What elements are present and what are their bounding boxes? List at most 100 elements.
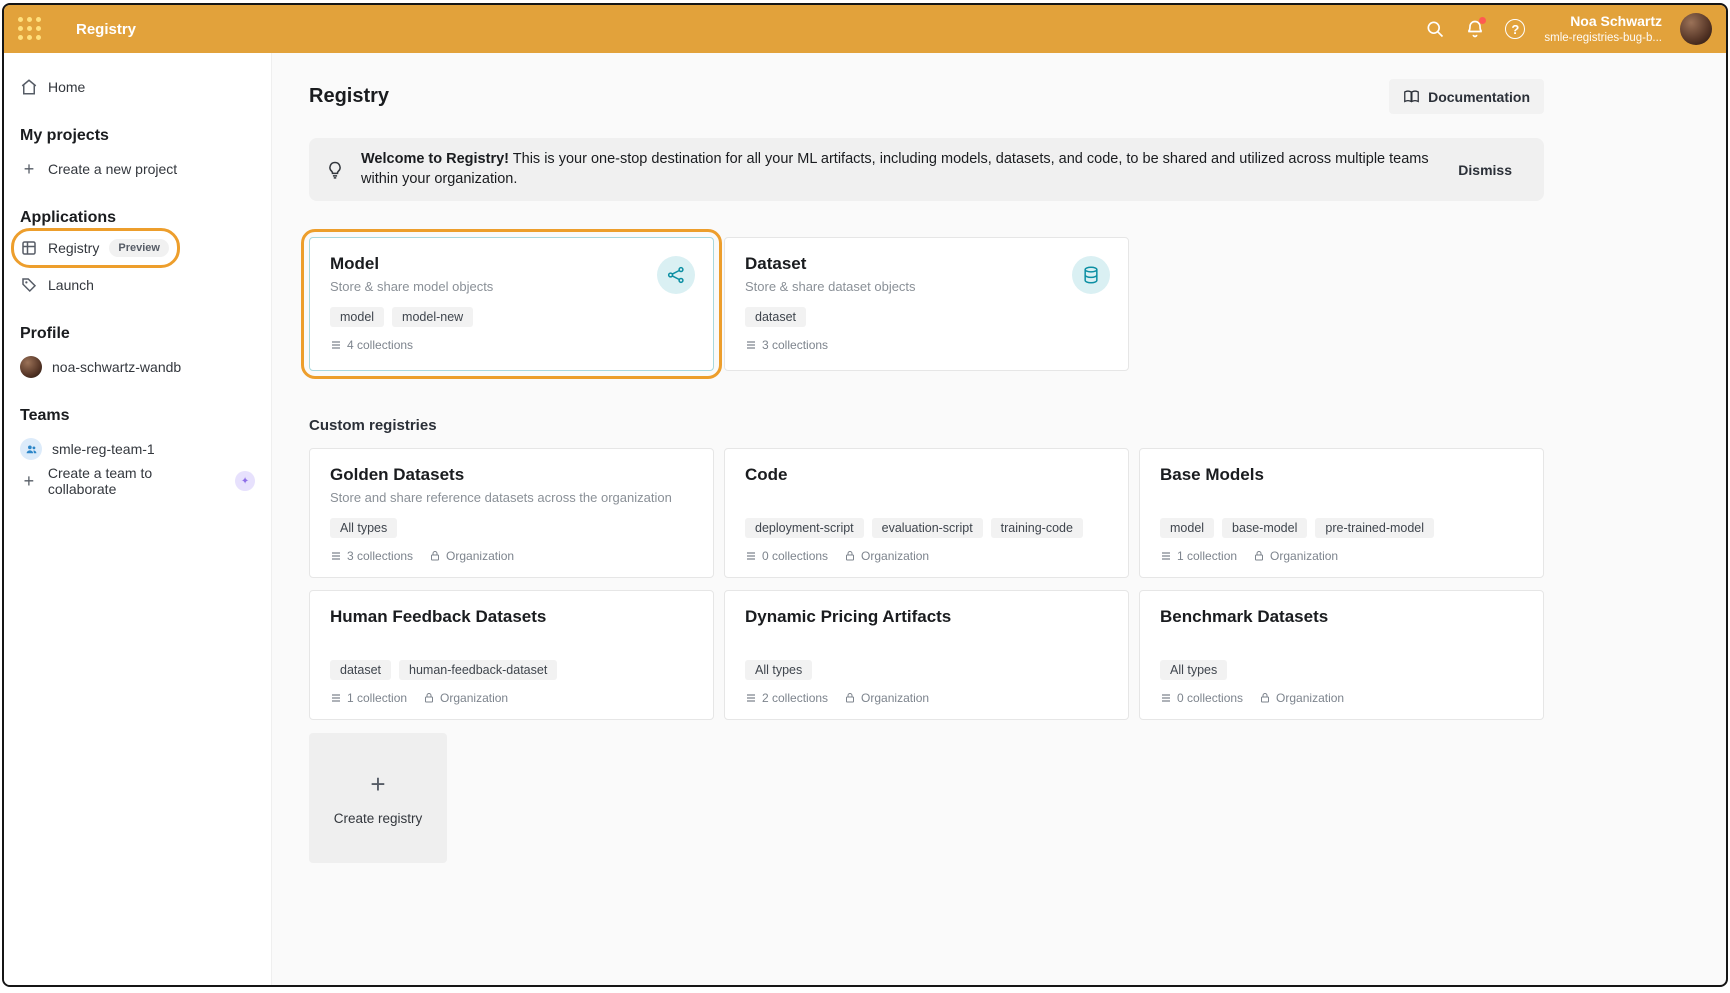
tag-pill: base-model <box>1222 518 1307 538</box>
help-icon[interactable]: ? <box>1504 18 1526 40</box>
sidebar-item-label: Home <box>48 79 85 95</box>
registry-card-base-models[interactable]: Base Models model base-model pre-trained… <box>1139 448 1544 578</box>
registry-card-model[interactable]: Model Store & share model objects model … <box>309 237 714 371</box>
preview-badge: Preview <box>109 239 169 257</box>
tag-pill: training-code <box>991 518 1083 538</box>
organization-icon <box>423 692 435 704</box>
tag-pill: evaluation-script <box>872 518 983 538</box>
dismiss-button[interactable]: Dismiss <box>1448 156 1522 184</box>
organization-icon <box>844 692 856 704</box>
sidebar-item-registry[interactable]: Registry Preview <box>20 235 171 261</box>
tag-pill: model <box>330 307 384 327</box>
tag-pill: All types <box>745 660 812 680</box>
model-icon <box>657 256 695 294</box>
registry-card-title: Model <box>330 254 693 274</box>
dataset-icon <box>1072 256 1110 294</box>
sidebar-item-label: Registry <box>48 240 99 256</box>
tag-pill: dataset <box>330 660 391 680</box>
home-icon <box>20 78 38 96</box>
create-registry-button[interactable]: + Create registry <box>309 733 447 863</box>
user-name: Noa Schwartz <box>1544 13 1662 31</box>
team-icon <box>20 438 42 460</box>
plus-icon: + <box>20 471 38 492</box>
collections-count: 1 collection <box>1160 549 1237 563</box>
sidebar-item-profile[interactable]: noa-schwartz-wandb <box>20 351 255 383</box>
plus-icon: + <box>20 159 38 180</box>
documentation-icon <box>1403 88 1420 105</box>
sidebar-item-label: Create a new project <box>48 161 177 177</box>
create-registry-label: Create registry <box>334 811 423 826</box>
registry-card-golden-datasets[interactable]: Golden Datasets Store and share referenc… <box>309 448 714 578</box>
collections-count: 0 collections <box>1160 691 1243 705</box>
collections-count: 2 collections <box>745 691 828 705</box>
user-menu[interactable]: Noa Schwartz smle-registries-bug-b... <box>1544 13 1662 45</box>
collections-count: 3 collections <box>330 549 413 563</box>
user-avatar[interactable] <box>1680 13 1712 45</box>
tag-pill: All types <box>330 518 397 538</box>
collections-count: 1 collection <box>330 691 407 705</box>
tag-pill: model <box>1160 518 1214 538</box>
collections-icon <box>330 550 342 562</box>
registry-card-description: Store & share model objects <box>330 279 693 299</box>
registry-card-title: Base Models <box>1160 465 1523 485</box>
sidebar: Home My projects + Create a new project … <box>4 53 272 985</box>
collections-icon <box>330 692 342 704</box>
collections-icon <box>330 339 342 351</box>
registry-card-title: Dataset <box>745 254 1108 274</box>
tip-icon <box>325 160 345 180</box>
notifications-icon[interactable] <box>1464 18 1486 40</box>
page-title: Registry <box>309 85 389 108</box>
visibility-badge: Organization <box>429 549 514 563</box>
core-registries: Model Store & share model objects model … <box>309 237 1544 371</box>
organization-icon <box>429 550 441 562</box>
sidebar-item-launch[interactable]: Launch <box>20 269 255 301</box>
search-icon[interactable] <box>1424 18 1446 40</box>
documentation-label: Documentation <box>1428 89 1530 105</box>
banner-text: Welcome to Registry! This is your one-st… <box>361 150 1432 189</box>
app-window: Registry ? Noa Schwartz smle-registries-… <box>2 3 1728 987</box>
visibility-badge: Organization <box>1253 549 1338 563</box>
question-mark-glyph: ? <box>1505 19 1525 39</box>
launch-icon <box>20 276 38 294</box>
registry-card-description <box>330 632 693 652</box>
upgrade-icon: ✦ <box>235 471 255 491</box>
custom-registries: Golden Datasets Store and share referenc… <box>309 448 1544 720</box>
collections-icon <box>1160 550 1172 562</box>
wandb-logo-icon[interactable] <box>16 16 44 42</box>
banner-title: Welcome to Registry! <box>361 151 509 167</box>
documentation-button[interactable]: Documentation <box>1389 79 1544 114</box>
collections-icon <box>745 339 757 351</box>
organization-icon <box>1259 692 1271 704</box>
annotation-highlight-model-card <box>301 229 722 379</box>
registry-card-human-feedback-datasets[interactable]: Human Feedback Datasets dataset human-fe… <box>309 590 714 720</box>
sidebar-item-home[interactable]: Home <box>20 71 255 103</box>
sidebar-item-create-project[interactable]: + Create a new project <box>20 153 255 185</box>
registry-card-title: Golden Datasets <box>330 465 693 485</box>
collections-count: 4 collections <box>330 338 413 352</box>
registry-card-title: Code <box>745 465 1108 485</box>
sidebar-item-team[interactable]: smle-reg-team-1 <box>20 433 255 465</box>
tag-pill: dataset <box>745 307 806 327</box>
profile-avatar <box>20 356 42 378</box>
registry-card-dynamic-pricing-artifacts[interactable]: Dynamic Pricing Artifacts All types 2 co… <box>724 590 1129 720</box>
registry-card-benchmark-datasets[interactable]: Benchmark Datasets All types 0 collectio… <box>1139 590 1544 720</box>
visibility-badge: Organization <box>1259 691 1344 705</box>
registry-card-description <box>1160 490 1523 510</box>
sidebar-heading-applications: Applications <box>20 209 255 227</box>
tag-pill: deployment-script <box>745 518 864 538</box>
sidebar-item-label: Launch <box>48 277 94 293</box>
tag-pill: All types <box>1160 660 1227 680</box>
user-org: smle-registries-bug-b... <box>1544 31 1662 45</box>
sidebar-heading-profile: Profile <box>20 325 255 343</box>
sidebar-heading-teams: Teams <box>20 407 255 425</box>
custom-registries-heading: Custom registries <box>309 417 1544 434</box>
sidebar-item-label: smle-reg-team-1 <box>52 441 155 457</box>
registry-card-code[interactable]: Code deployment-script evaluation-script… <box>724 448 1129 578</box>
sidebar-item-label: noa-schwartz-wandb <box>52 359 181 375</box>
sidebar-item-create-team[interactable]: + Create a team to collaborate ✦ <box>20 465 255 497</box>
registry-card-title: Dynamic Pricing Artifacts <box>745 607 1108 627</box>
registry-card-dataset[interactable]: Dataset Store & share dataset objects da… <box>724 237 1129 371</box>
welcome-banner: Welcome to Registry! This is your one-st… <box>309 138 1544 201</box>
collections-count: 3 collections <box>745 338 828 352</box>
registry-card-description: Store & share dataset objects <box>745 279 1108 299</box>
